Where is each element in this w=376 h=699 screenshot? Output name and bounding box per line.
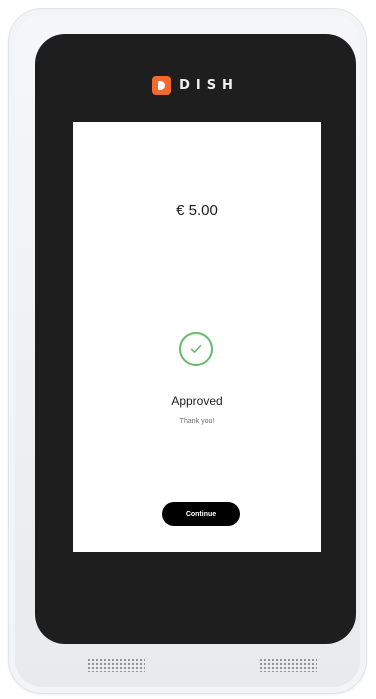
payment-amount: € 5.00 (176, 202, 218, 219)
brand-logo: DISH (35, 74, 356, 96)
continue-button[interactable]: Continue (162, 502, 240, 526)
speaker-grille-right (259, 658, 317, 672)
payment-status-title: Approved (171, 394, 223, 408)
checkmark-icon (190, 345, 202, 353)
check-circle-icon (179, 332, 213, 366)
speaker-grille-left (87, 658, 145, 672)
payment-terminal-device: DISH € 5.00 Approved Thank you! Continue (8, 8, 367, 694)
payment-status-subtitle: Thank you! (179, 418, 215, 425)
terminal-bezel: DISH € 5.00 Approved Thank you! Continue (35, 34, 356, 644)
brand-name: DISH (179, 77, 239, 93)
terminal-screen: € 5.00 Approved Thank you! Continue (73, 122, 321, 552)
dish-logo-icon (152, 75, 172, 95)
